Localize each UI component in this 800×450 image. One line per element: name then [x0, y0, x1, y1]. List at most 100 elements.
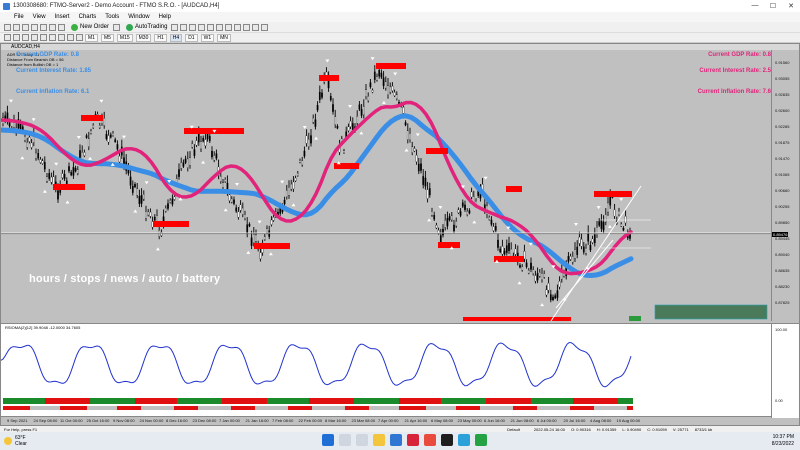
- rsioma-signal-bar: [210, 406, 213, 410]
- menu-window[interactable]: Window: [128, 14, 149, 20]
- cursor-icon[interactable]: [4, 34, 11, 41]
- templates-icon[interactable]: [261, 23, 269, 31]
- rsioma-histogram-bar: [39, 398, 42, 404]
- rsioma-histogram-bar: [498, 398, 501, 404]
- timeframe-h4[interactable]: H4: [169, 33, 183, 42]
- rsioma-signal-bar: [219, 406, 222, 410]
- status-help: For Help, press F1: [4, 426, 38, 432]
- search-icon[interactable]: [339, 434, 351, 446]
- rsioma-signal-bar: [483, 406, 486, 410]
- candlestick-icon[interactable]: [180, 23, 188, 31]
- crosshair-icon[interactable]: [13, 34, 20, 41]
- price-tick: 0.92835: [775, 92, 790, 97]
- menu-insert[interactable]: Insert: [55, 14, 70, 20]
- candle-body: [420, 163, 422, 171]
- candle-body: [347, 126, 350, 131]
- file-explorer-icon[interactable]: [373, 434, 385, 446]
- candle-body: [37, 153, 40, 159]
- close-button[interactable]: ✕: [782, 2, 800, 10]
- menu-help[interactable]: Help: [159, 14, 171, 20]
- zoom-in-icon[interactable]: [198, 23, 206, 31]
- autotrading-button[interactable]: AutoTrading: [126, 23, 167, 31]
- rsioma-subchart[interactable]: RSIOMA(2)[12] 39.9048 -12.0000 34.7605: [1, 323, 771, 418]
- trendline-icon[interactable]: [40, 34, 47, 41]
- rsioma-canvas[interactable]: [1, 324, 771, 419]
- rsioma-signal-bar: [51, 406, 54, 410]
- indicators-icon[interactable]: [243, 23, 251, 31]
- line-chart-icon[interactable]: [189, 23, 197, 31]
- bar-chart-icon[interactable]: [171, 23, 179, 31]
- text-icon[interactable]: [67, 34, 74, 41]
- data-window-icon[interactable]: [31, 23, 38, 31]
- opera-icon[interactable]: [407, 434, 419, 446]
- terminal-icon[interactable]: [49, 23, 56, 31]
- channel-icon[interactable]: [49, 34, 56, 41]
- weather-widget[interactable]: 63°F Clear: [4, 435, 27, 447]
- whatsapp-icon[interactable]: [475, 434, 487, 446]
- new-chart-icon[interactable]: [4, 23, 11, 31]
- rsioma-signal-bar: [111, 406, 114, 410]
- price-chart[interactable]: ADR 67 Today: 31 Distance From Bearish O…: [1, 50, 771, 325]
- rsioma-signal-bar: [306, 406, 309, 410]
- task-view-icon[interactable]: [356, 434, 368, 446]
- timeframe-m30[interactable]: M30: [135, 33, 152, 42]
- rsioma-histogram-bar: [24, 398, 27, 404]
- rsioma-histogram-bar: [564, 398, 567, 404]
- up-arrow-icon: [517, 281, 522, 285]
- menu-charts[interactable]: Charts: [79, 14, 97, 20]
- timeframe-d1[interactable]: D1: [185, 33, 198, 42]
- rsioma-signal-bar: [492, 406, 495, 410]
- timeframe-w1[interactable]: W1: [200, 33, 215, 42]
- tile-windows-icon[interactable]: [216, 23, 224, 31]
- navigator-icon[interactable]: [40, 23, 47, 31]
- timeframe-m1[interactable]: M1: [85, 33, 98, 42]
- down-arrow-icon: [257, 220, 262, 224]
- candle-body: [593, 234, 596, 244]
- minimize-button[interactable]: —: [746, 2, 764, 10]
- timeframe-h1[interactable]: H1: [154, 33, 167, 42]
- price-tick: 0.92600: [775, 108, 790, 113]
- menu-file[interactable]: File: [14, 14, 24, 20]
- candle-body: [283, 199, 286, 205]
- candle-body: [488, 217, 491, 220]
- metaeditor-icon[interactable]: [113, 23, 121, 31]
- candle-body: [98, 125, 101, 129]
- arrow-icon[interactable]: [76, 34, 83, 41]
- menu-tools[interactable]: Tools: [105, 14, 119, 20]
- vertical-line-icon[interactable]: [22, 34, 29, 41]
- maximize-button[interactable]: ☐: [764, 2, 782, 10]
- autoscroll-icon[interactable]: [225, 23, 233, 31]
- rsioma-histogram-bar: [171, 398, 174, 404]
- periods-icon[interactable]: [252, 23, 260, 31]
- rsioma-histogram-bar: [54, 398, 57, 404]
- timeframe-m5[interactable]: M5: [100, 33, 114, 42]
- tradingview-icon[interactable]: [441, 434, 453, 446]
- system-tray[interactable]: 10:37 PM 8/23/2022: [772, 434, 794, 448]
- start-icon[interactable]: [322, 434, 334, 446]
- timeframe-m15[interactable]: M15: [116, 33, 133, 42]
- up-arrow-icon: [65, 200, 70, 204]
- zoom-out-icon[interactable]: [207, 23, 215, 31]
- market-watch-icon[interactable]: [22, 23, 29, 31]
- chart-shift-icon[interactable]: [234, 23, 242, 31]
- fibonacci-icon[interactable]: [58, 34, 65, 41]
- profiles-icon[interactable]: [13, 23, 20, 31]
- strategy-tester-icon[interactable]: [58, 23, 65, 31]
- menu-view[interactable]: View: [33, 14, 46, 20]
- rsioma-histogram-bar: [264, 398, 267, 404]
- rsioma-histogram-bar: [48, 398, 51, 404]
- edge-icon[interactable]: [390, 434, 402, 446]
- rsioma-signal-bar: [312, 406, 315, 410]
- app-red-icon[interactable]: [424, 434, 436, 446]
- ftmo-icon[interactable]: [458, 434, 470, 446]
- price-axis[interactable]: 0.91560 0.93055 0.92835 0.92600 0.92285 0.918…: [771, 50, 799, 321]
- chart-window[interactable]: AUDCAD,H4 ADR 67 Today: 31 Distance From…: [0, 43, 800, 426]
- new-order-button[interactable]: New Order: [71, 23, 109, 31]
- rsioma-histogram-bar: [78, 398, 81, 404]
- rsioma-signal-bar: [243, 406, 246, 410]
- horizontal-line-icon[interactable]: [31, 34, 38, 41]
- status-traffic: 8733/1 kb: [694, 426, 713, 432]
- timeframe-mn[interactable]: MN: [217, 33, 231, 42]
- rsioma-signal-bar: [549, 406, 552, 410]
- down-arrow-icon: [393, 72, 398, 76]
